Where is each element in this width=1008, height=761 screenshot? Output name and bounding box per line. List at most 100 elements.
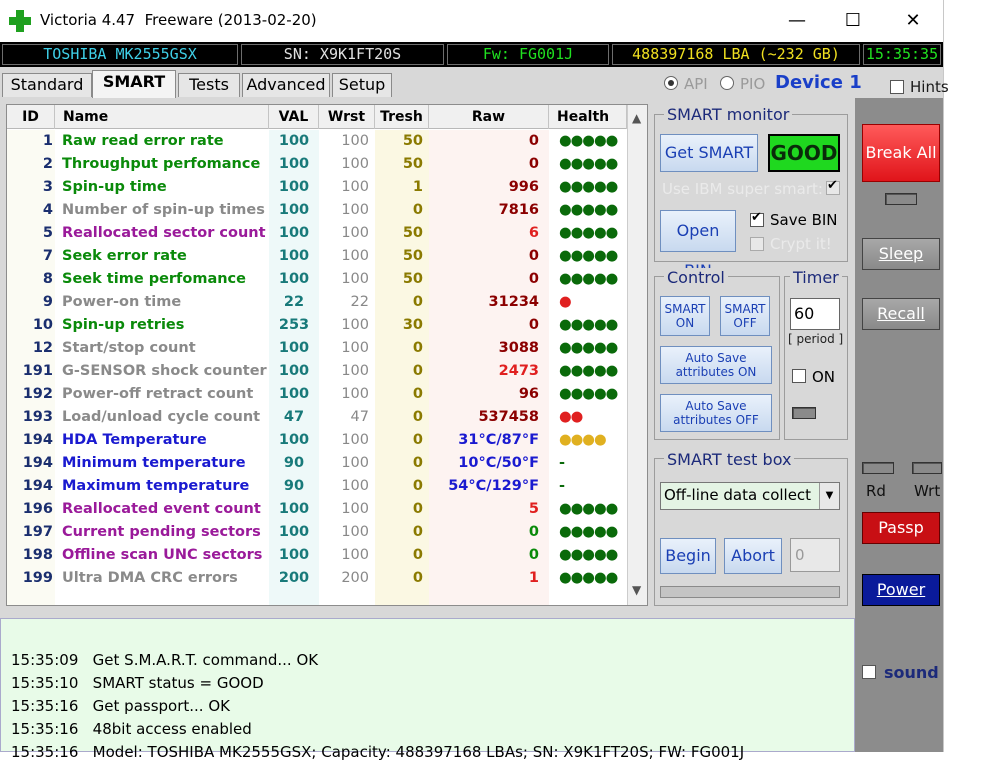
table-row[interactable]: 4 Number of spin-up times 100 100 0 7816 ●●●●● — [7, 199, 627, 222]
hints-label: Hints — [910, 78, 949, 96]
cell-tresh: 50 — [402, 133, 423, 149]
cell-raw: 54°C/129°F — [448, 478, 539, 494]
desktop-edge — [943, 0, 1008, 752]
drive-lba: 488397168 LBA (~232 GB) — [612, 44, 860, 65]
cell-health: ●●●●● — [559, 386, 618, 402]
table-row[interactable]: 194 Minimum temperature 90 100 0 10°C/50°F - — [7, 452, 627, 475]
chevron-down-icon[interactable]: ▼ — [819, 483, 839, 509]
test-progress-input[interactable]: 0 — [790, 538, 840, 572]
cell-id: 12 — [32, 340, 53, 356]
cell-val: 100 — [278, 340, 310, 356]
table-row[interactable]: 7 Seek error rate 100 100 50 0 ●●●●● — [7, 245, 627, 268]
save-bin-checkbox[interactable] — [750, 210, 764, 227]
table-row[interactable]: 12 Start/stop count 100 100 0 3088 ●●●●● — [7, 337, 627, 360]
autosave-off-line1: Auto Save — [685, 399, 747, 413]
cell-id: 3 — [42, 179, 53, 195]
table-scrollbar[interactable]: ▲ ▼ — [627, 105, 647, 605]
cell-name: Power-on time — [62, 294, 182, 310]
begin-button[interactable]: Begin — [660, 538, 716, 574]
table-row[interactable]: 199 Ultra DMA CRC errors 200 200 0 1 ●●●●● — [7, 567, 627, 590]
cell-id: 193 — [22, 409, 53, 425]
ibm-super-smart-checkbox[interactable] — [826, 178, 840, 195]
cell-wrst: 100 — [341, 363, 369, 379]
table-row[interactable]: 1 Raw read error rate 100 100 50 0 ●●●●● — [7, 130, 627, 153]
cell-wrst: 100 — [341, 340, 369, 356]
open-bin-button[interactable]: Open BIN — [660, 210, 736, 280]
maximize-icon[interactable]: ☐ — [838, 8, 868, 34]
smart-off-line1: SMART — [724, 302, 766, 316]
smart-off-button[interactable]: SMART OFF — [720, 296, 770, 336]
timer-input[interactable]: 60 — [790, 298, 840, 330]
timer-on-checkbox[interactable] — [792, 369, 806, 383]
autosave-off-button[interactable]: Auto Save attributes OFF — [660, 394, 772, 432]
header-health[interactable]: Health — [549, 105, 627, 129]
cell-wrst: 100 — [341, 271, 369, 287]
passp-button[interactable]: Passp — [862, 512, 940, 544]
header-raw[interactable]: Raw — [429, 105, 549, 129]
smart-attributes-table[interactable]: ID Name VAL Wrst Tresh Raw Health 1 Raw r… — [6, 104, 648, 606]
cell-health: ● — [559, 294, 572, 310]
table-row[interactable]: 191 G-SENSOR shock counter 100 100 0 2473 ●●●●… — [7, 360, 627, 383]
cell-name: Offline scan UNC sectors — [62, 547, 263, 563]
cell-name: Reallocated event count — [62, 501, 261, 517]
get-smart-button[interactable]: Get SMART — [660, 134, 758, 172]
table-row[interactable]: 8 Seek time perfomance 100 100 50 0 ●●●●● — [7, 268, 627, 291]
cell-health: ●●●●● — [559, 363, 618, 379]
minimize-icon[interactable]: — — [782, 8, 812, 34]
table-row[interactable]: 5 Reallocated sector count 100 100 50 6 ●●●●● — [7, 222, 627, 245]
cell-val: 90 — [283, 455, 305, 471]
break-all-button[interactable]: Break All — [862, 124, 940, 182]
autosave-on-button[interactable]: Auto Save attributes ON — [660, 346, 772, 384]
cell-val: 253 — [278, 317, 310, 333]
pio-radio[interactable] — [720, 76, 734, 90]
close-icon[interactable]: ✕ — [898, 8, 928, 34]
test-type-select[interactable]: Off-line data collect ▼ — [660, 482, 840, 510]
table-row[interactable]: 194 Maximum temperature 90 100 0 54°C/129°F - — [7, 475, 627, 498]
tab-standard[interactable]: Standard — [2, 73, 92, 97]
scroll-up-icon[interactable]: ▲ — [632, 111, 641, 125]
header-name[interactable]: Name — [55, 105, 269, 129]
control-title: Control — [664, 268, 728, 287]
smart-status-good: GOOD — [768, 134, 840, 172]
table-row[interactable]: 9 Power-on time 22 22 0 31234 ● — [7, 291, 627, 314]
drive-serial: SN: X9K1FT20S — [241, 44, 444, 65]
smart-on-button[interactable]: SMART ON — [660, 296, 710, 336]
sound-checkbox[interactable] — [862, 665, 876, 679]
tab-advanced[interactable]: Advanced — [242, 73, 330, 97]
recall-button[interactable]: Recall — [862, 298, 940, 330]
header-val[interactable]: VAL — [269, 105, 319, 129]
table-row[interactable]: 2 Throughput perfomance 100 100 50 0 ●●●●● — [7, 153, 627, 176]
table-row[interactable]: 198 Offline scan UNC sectors 100 100 0 0 ●●●●● — [7, 544, 627, 567]
cell-name: Current pending sectors — [62, 524, 261, 540]
table-row[interactable]: 197 Current pending sectors 100 100 0 0 ●●●●● — [7, 521, 627, 544]
cell-val: 100 — [278, 501, 310, 517]
cell-tresh: 0 — [412, 478, 423, 494]
table-row[interactable]: 192 Power-off retract count 100 100 0 96 ●●●●● — [7, 383, 627, 406]
table-row[interactable]: 194 HDA Temperature 100 100 0 31°C/87°F ●●●● — [7, 429, 627, 452]
hints-checkbox[interactable] — [890, 80, 904, 94]
scroll-down-icon[interactable]: ▼ — [632, 583, 641, 597]
smart-monitor-title: SMART monitor — [664, 105, 793, 124]
table-row[interactable]: 193 Load/unload cycle count 47 47 0 537458 ●● — [7, 406, 627, 429]
tab-setup[interactable]: Setup — [332, 73, 392, 97]
api-radio[interactable] — [664, 76, 678, 90]
crypt-checkbox[interactable] — [750, 237, 764, 251]
header-id[interactable]: ID — [7, 105, 55, 129]
power-button[interactable]: Power — [862, 574, 940, 606]
table-row[interactable]: 3 Spin-up time 100 100 1 996 ●●●●● — [7, 176, 627, 199]
table-row[interactable]: 196 Reallocated event count 100 100 0 5 ●●●●● — [7, 498, 627, 521]
tab-smart[interactable]: SMART — [92, 70, 176, 98]
sleep-button[interactable]: Sleep — [862, 238, 940, 270]
abort-button[interactable]: Abort — [724, 538, 782, 574]
header-wrst[interactable]: Wrst — [319, 105, 375, 129]
cell-name: Seek time perfomance — [62, 271, 246, 287]
cell-id: 9 — [42, 294, 53, 310]
log-panel[interactable]: 15:35:09 Get S.M.A.R.T. command... OK 15… — [0, 618, 855, 761]
header-tresh[interactable]: Tresh — [375, 105, 429, 129]
log-line: 15:35:16 48bit access enabled — [11, 720, 252, 738]
test-progress-bar — [660, 586, 840, 598]
cell-name: Start/stop count — [62, 340, 196, 356]
table-row[interactable]: 10 Spin-up retries 253 100 30 0 ●●●●● — [7, 314, 627, 337]
tab-tests[interactable]: Tests — [178, 73, 240, 97]
cell-health: ●● — [559, 409, 583, 425]
